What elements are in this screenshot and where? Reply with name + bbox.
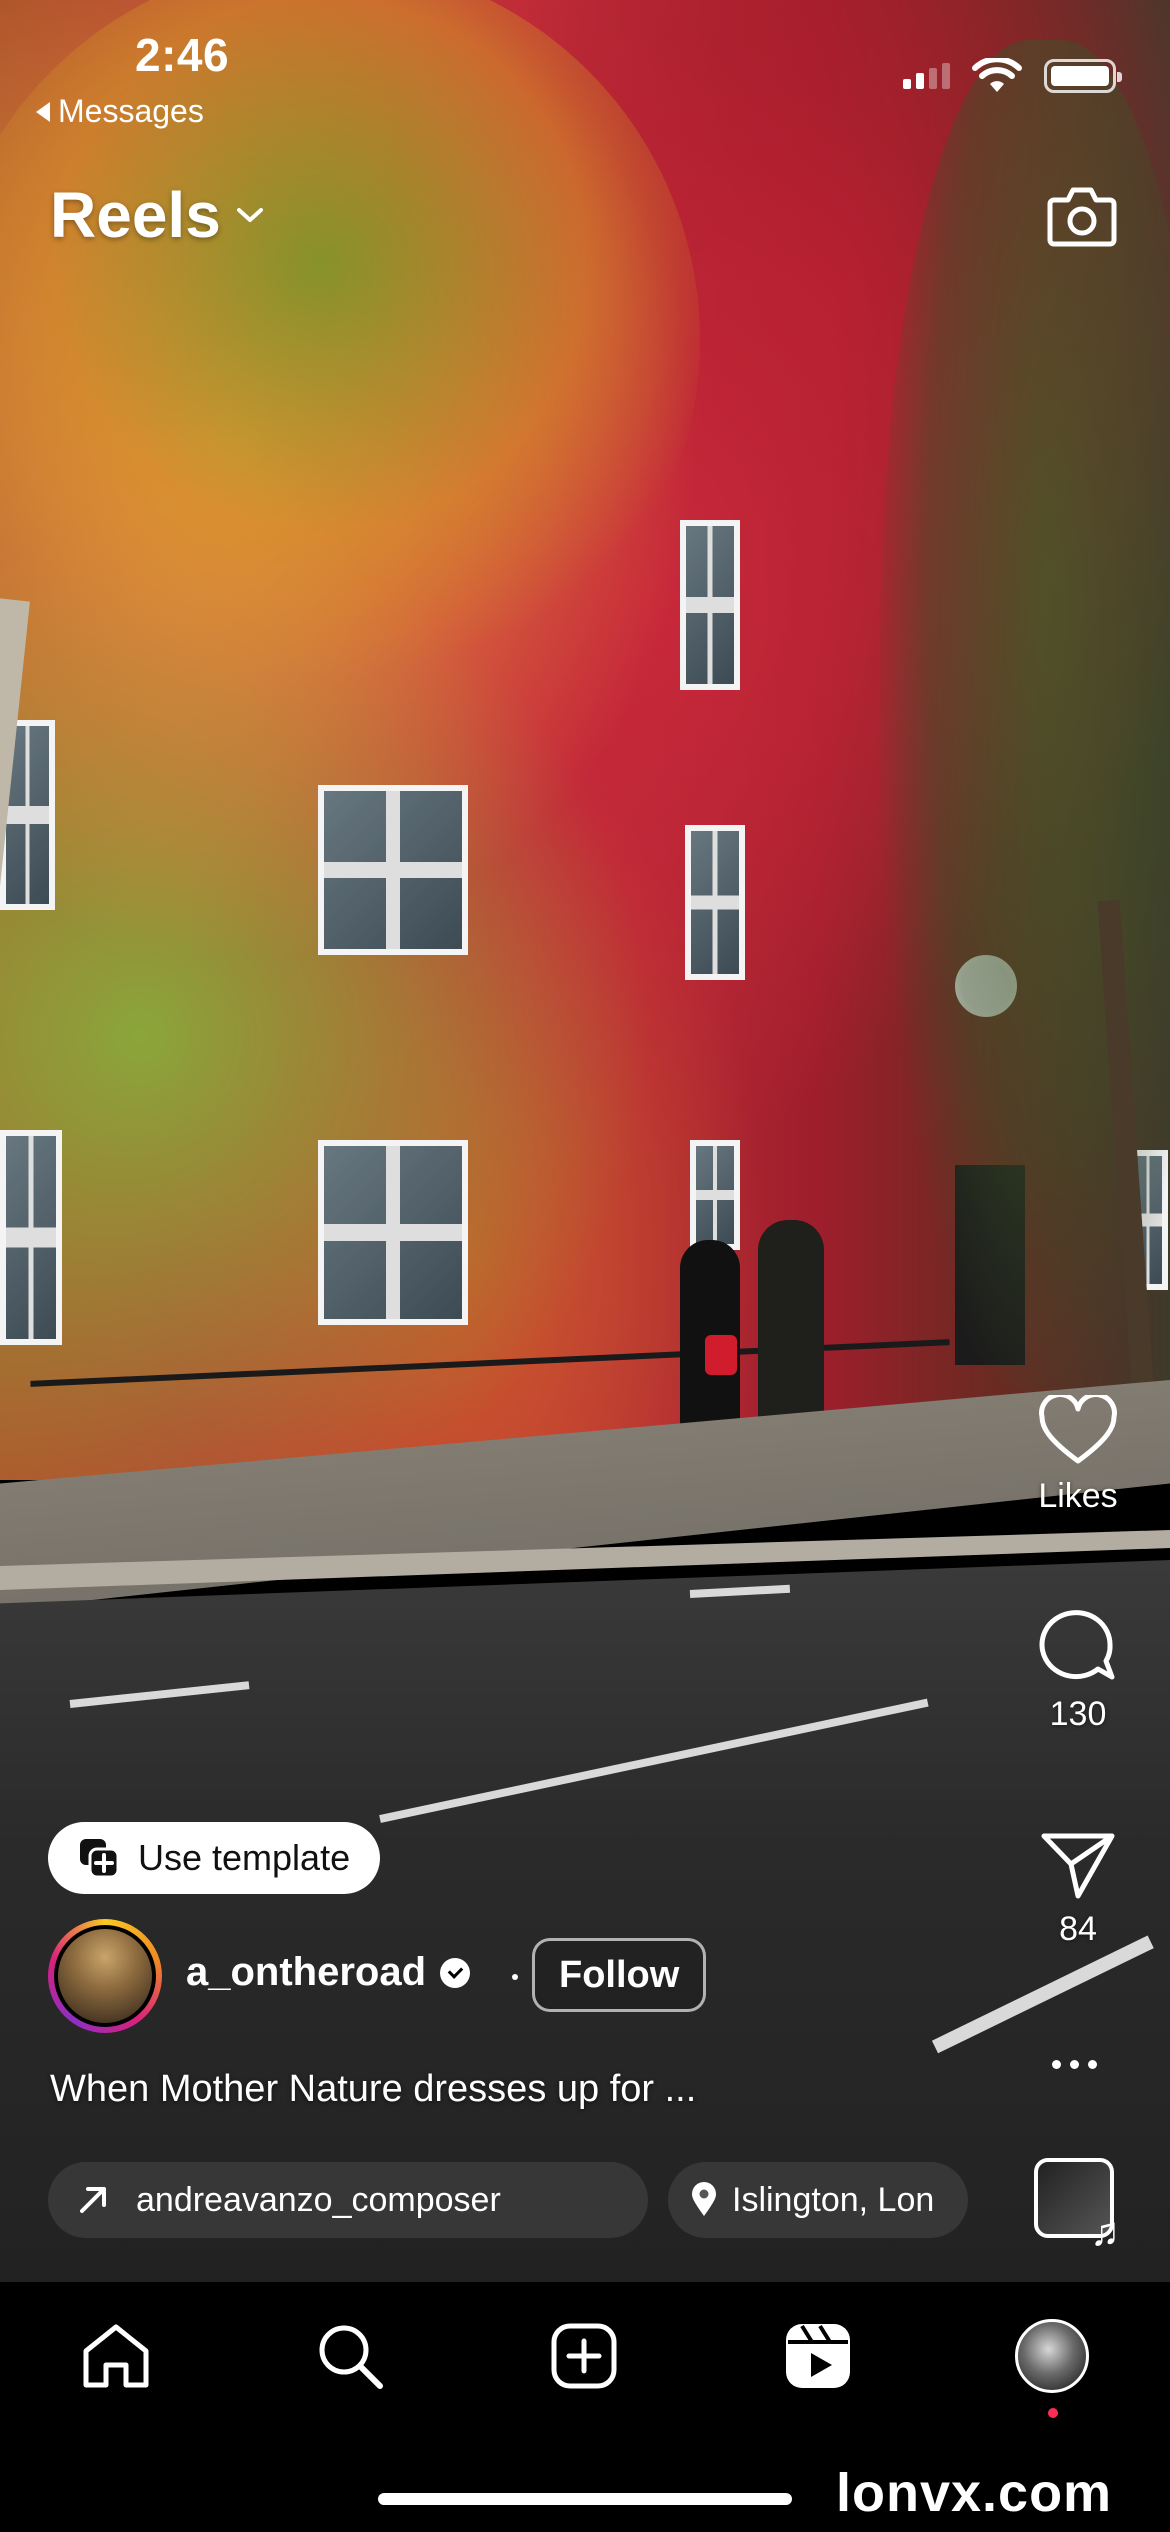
back-label: Messages — [58, 93, 204, 129]
building-window — [690, 1140, 740, 1250]
create-icon — [551, 2323, 617, 2389]
likes-label: Likes — [1038, 1477, 1118, 1515]
reels-icon — [786, 2324, 850, 2388]
audio-chip[interactable]: andreavanzo_composer — [48, 2162, 648, 2238]
status-time: 2:46 — [135, 29, 230, 81]
battery-icon — [1044, 59, 1122, 93]
wifi-icon — [972, 58, 1022, 92]
building-window — [318, 1140, 468, 1325]
pedestrian — [758, 1220, 824, 1445]
nav-create[interactable] — [544, 2316, 624, 2396]
arrow-up-right-icon — [80, 2187, 106, 2213]
nav-profile[interactable] — [1012, 2316, 1092, 2396]
reels-header[interactable]: Reels — [50, 178, 265, 252]
separator-dot — [512, 1974, 518, 1980]
home-icon — [83, 2324, 149, 2388]
back-arrow-icon — [36, 101, 50, 122]
reel-caption[interactable]: When Mother Nature dresses up for ... — [50, 2068, 696, 2111]
nav-reels[interactable] — [778, 2316, 858, 2396]
template-add-icon — [80, 1839, 120, 1879]
use-template-button[interactable]: Use template — [48, 1822, 381, 1894]
use-template-label: Use template — [138, 1837, 351, 1878]
status-icons — [903, 58, 1122, 94]
search-icon — [319, 2325, 383, 2389]
shares-count: 84 — [1059, 1910, 1097, 1948]
location-chip[interactable]: Islington, Lon — [668, 2162, 968, 2238]
red-bag — [705, 1335, 737, 1375]
back-to-messages[interactable]: Messages — [36, 93, 204, 130]
nav-home[interactable] — [76, 2316, 156, 2396]
send-icon — [1041, 1833, 1115, 1899]
watermark: lonvx.com — [836, 2463, 1113, 2523]
cellular-signal-icon — [903, 63, 950, 89]
nav-search[interactable] — [310, 2316, 390, 2396]
home-indicator[interactable] — [378, 2493, 792, 2505]
username-label: a_ontheroad — [186, 1950, 427, 1994]
notification-dot — [1048, 2408, 1058, 2418]
building-window — [318, 785, 468, 955]
author-avatar[interactable] — [48, 1919, 162, 2033]
avatar — [58, 1929, 152, 2023]
verified-badge-icon — [440, 1957, 471, 1988]
comment-icon — [1039, 1610, 1115, 1680]
comments-count: 130 — [1049, 1695, 1107, 1733]
music-note-icon: ♫ — [1090, 2210, 1120, 2254]
location-chip-label: Islington, Lon — [732, 2180, 935, 2219]
author-username[interactable]: a_ontheroad — [186, 1950, 471, 1995]
camera-icon[interactable] — [1044, 178, 1120, 254]
like-action[interactable]: Likes — [1008, 1395, 1148, 1516]
comment-action[interactable]: 130 — [1008, 1605, 1148, 1734]
building-window — [680, 520, 740, 690]
location-pin-icon — [692, 2182, 716, 2216]
share-action[interactable]: 84 — [1008, 1830, 1148, 1949]
follow-button[interactable]: Follow — [532, 1938, 707, 2012]
heart-icon — [1039, 1395, 1117, 1464]
building-window — [685, 825, 745, 980]
chevron-down-icon — [236, 208, 263, 222]
profile-avatar — [1015, 2319, 1089, 2393]
page-title: Reels — [50, 179, 221, 251]
audio-chip-label: andreavanzo_composer — [136, 2180, 501, 2219]
more-options-icon[interactable] — [1052, 2060, 1097, 2069]
building-window — [0, 1130, 62, 1345]
